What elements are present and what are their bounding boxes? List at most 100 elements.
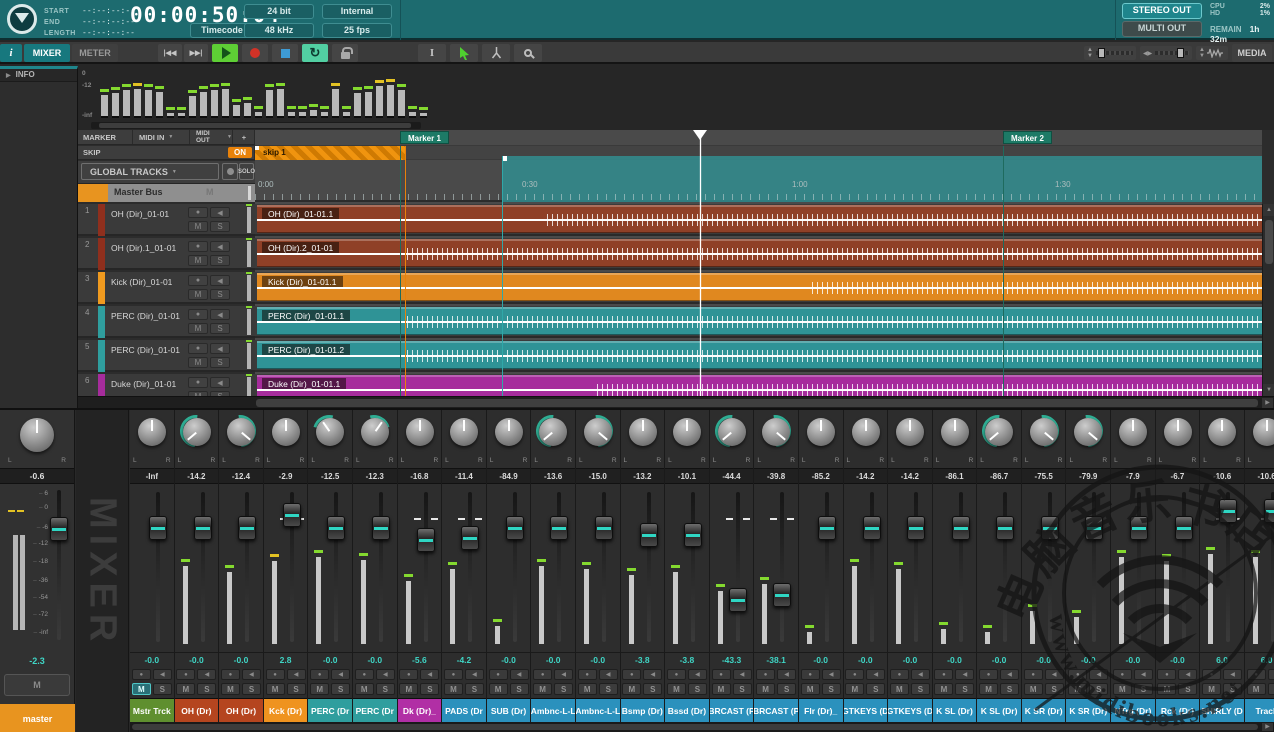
scroll-right-icon[interactable]: ▶ <box>1262 723 1273 731</box>
record-arm-button[interactable]: ● <box>934 669 953 680</box>
mute-button[interactable]: M <box>221 683 240 695</box>
channel-peak-value[interactable]: -10.6 <box>1200 468 1244 484</box>
monitor-button[interactable]: ◀ <box>599 669 618 680</box>
monitor-button[interactable]: ◀ <box>242 669 261 680</box>
fader-value[interactable]: 2.8 <box>264 652 308 668</box>
pan-knob[interactable] <box>941 418 969 446</box>
channel-name[interactable]: Ambnc-L-L <box>576 698 620 722</box>
mute-button[interactable]: M <box>266 683 285 695</box>
record-arm-button[interactable]: ● <box>221 669 240 680</box>
record-arm-button[interactable]: ● <box>188 275 208 286</box>
bridge-scrollbar[interactable] <box>91 122 421 129</box>
master-mute-button[interactable]: M <box>4 674 70 696</box>
fader-value[interactable]: 6.0 <box>1200 652 1244 668</box>
pan-knob[interactable] <box>896 418 924 446</box>
fader-track[interactable] <box>201 492 205 642</box>
monitor-button[interactable]: ◀ <box>777 669 796 680</box>
fader-cap[interactable] <box>729 588 747 612</box>
solo-button[interactable]: S <box>955 683 974 695</box>
solo-button[interactable]: S <box>822 683 841 695</box>
fader-value[interactable]: -0.0 <box>844 652 888 668</box>
record-button[interactable] <box>242 44 268 62</box>
record-arm-button[interactable]: ● <box>845 669 864 680</box>
monitor-button[interactable]: ◀ <box>210 241 230 252</box>
channel-peak-value[interactable]: -85.2 <box>799 468 843 484</box>
mute-button[interactable]: M <box>132 683 151 695</box>
pan-knob[interactable] <box>272 418 300 446</box>
fader-cap[interactable] <box>283 503 301 527</box>
channel-peak-value[interactable]: -12.4 <box>219 468 263 484</box>
record-arm-button[interactable]: ● <box>622 669 641 680</box>
monitor-button[interactable]: ◀ <box>153 669 172 680</box>
record-arm-button[interactable]: ● <box>1068 669 1087 680</box>
track-name[interactable]: OH (Dir)_01-01 <box>111 209 169 219</box>
horizontal-zoom-slider[interactable]: ◀▶ <box>1140 46 1192 60</box>
media-button[interactable]: MEDIA <box>1232 44 1272 62</box>
channel-peak-value[interactable]: -86.7 <box>977 468 1021 484</box>
mute-button[interactable]: M <box>756 683 775 695</box>
solo-button[interactable]: S <box>777 683 796 695</box>
solo-button[interactable]: S <box>465 683 484 695</box>
stop-button[interactable] <box>272 44 298 62</box>
mute-button[interactable]: M <box>845 683 864 695</box>
channel-name[interactable]: Dk (Dr)_ <box>398 698 442 722</box>
channel-peak-value[interactable]: -13.6 <box>531 468 575 484</box>
monitor-button[interactable]: ◀ <box>1178 669 1197 680</box>
solo-button[interactable]: S <box>688 683 707 695</box>
channel-peak-value[interactable]: -14.2 <box>888 468 932 484</box>
channel-name[interactable]: Bsmp (Dr) <box>621 698 665 722</box>
channel-peak-value[interactable]: -44.4 <box>710 468 754 484</box>
solo-button[interactable]: S <box>331 683 350 695</box>
mute-button[interactable]: M <box>444 683 463 695</box>
track-color[interactable] <box>98 204 105 236</box>
mute-button[interactable]: M <box>399 683 418 695</box>
fader-value[interactable]: -0.0 <box>130 652 174 668</box>
mute-button[interactable]: M <box>1247 683 1266 695</box>
channel-name[interactable]: OH (Dr) <box>219 698 263 722</box>
fader-value[interactable]: 6.0 <box>1245 652 1274 668</box>
monitor-button[interactable]: ◀ <box>210 207 230 218</box>
solo-button[interactable]: S <box>210 255 230 266</box>
skip-region[interactable]: skip 1 <box>255 146 405 160</box>
mute-button[interactable]: M <box>934 683 953 695</box>
fader-track[interactable] <box>334 492 338 642</box>
monitor-button[interactable]: ◀ <box>420 669 439 680</box>
fader-value[interactable]: -0.0 <box>531 652 575 668</box>
forward-button[interactable]: ▶▶| <box>184 44 208 62</box>
playhead[interactable] <box>700 130 701 396</box>
info-button[interactable]: i <box>0 44 22 62</box>
fader-track[interactable] <box>959 492 963 642</box>
fader-value[interactable]: -0.0 <box>977 652 1021 668</box>
channel-name[interactable]: K SR (Dr) <box>1022 698 1066 722</box>
fader-cap[interactable] <box>1219 499 1237 523</box>
fader-value[interactable]: -0.0 <box>576 652 620 668</box>
fader-value[interactable]: -0.0 <box>933 652 977 668</box>
fader-track[interactable] <box>870 492 874 642</box>
fader-cap[interactable] <box>550 516 568 540</box>
pan-knob[interactable] <box>584 418 612 446</box>
mute-button[interactable]: M <box>489 683 508 695</box>
mute-button[interactable]: M <box>979 683 998 695</box>
fader-cap[interactable] <box>238 516 256 540</box>
monitor-button[interactable]: ◀ <box>287 669 306 680</box>
fader-track[interactable] <box>1048 492 1052 642</box>
add-track-button[interactable]: + <box>234 130 255 144</box>
pan-knob[interactable] <box>1119 418 1147 446</box>
fader-value[interactable]: -0.0 <box>175 652 219 668</box>
solo-button[interactable]: S <box>733 683 752 695</box>
monitor-button[interactable]: ◀ <box>210 309 230 320</box>
channel-name[interactable]: GTKEYS (D <box>844 698 888 722</box>
mute-button[interactable]: M <box>188 357 208 368</box>
master-pan-value[interactable]: -0.6 <box>0 468 74 484</box>
solo-button[interactable]: S <box>1045 683 1064 695</box>
rewind-button[interactable]: |◀◀ <box>158 44 182 62</box>
record-arm-button[interactable]: ● <box>266 669 285 680</box>
audio-clip[interactable]: OH (Dir).2_01-01 <box>257 239 1262 267</box>
channel-name[interactable]: Ambnc-L-L <box>531 698 575 722</box>
fader-cap[interactable] <box>1041 516 1059 540</box>
horizontal-scrollbar[interactable]: ▶ <box>78 396 1274 408</box>
record-arm-button[interactable]: ● <box>399 669 418 680</box>
fader-value[interactable]: -38.1 <box>754 652 798 668</box>
monitor-button[interactable]: ◀ <box>510 669 529 680</box>
pan-knob[interactable] <box>227 418 255 446</box>
